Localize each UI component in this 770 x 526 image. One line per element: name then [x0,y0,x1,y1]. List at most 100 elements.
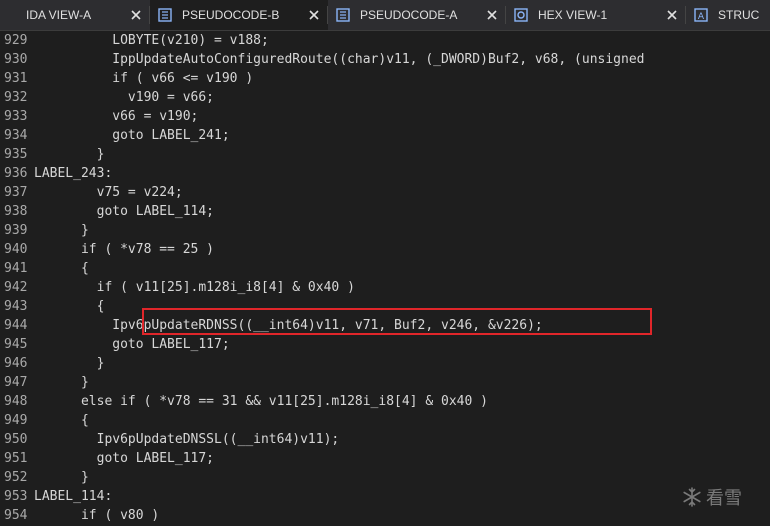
pseudocode-view[interactable]: 929 LOBYTE(v210) = v188; 930 IppUpdateAut… [0,31,770,526]
line-number: 941 [4,261,28,276]
close-icon[interactable] [486,9,498,21]
hex-view-icon [514,8,528,22]
code-text[interactable]: if ( v11[25].m128i_i8[4] & 0x40 ) [34,280,355,295]
line-number: 950 [4,432,28,447]
code-text[interactable]: } [34,375,89,390]
line-number: 944 [4,318,28,333]
line-number: 948 [4,394,28,409]
tab-label: PSEUDOCODE-B [182,8,280,22]
watermark-text: 看雪 [706,488,742,509]
code-line: 950 Ipv6pUpdateDNSSL((__int64)v11); [0,430,770,449]
line-number: 954 [4,508,28,523]
line-number: 936 [4,166,28,181]
code-line: 933 v66 = v190; [0,107,770,126]
code-line: 953 LABEL_114: [0,487,770,506]
code-text[interactable]: } [34,356,105,371]
line-number: 940 [4,242,28,257]
code-text[interactable]: LABEL_114: [34,489,112,504]
line-number: 932 [4,90,28,105]
pseudocode-icon [158,8,172,22]
svg-text:A: A [698,12,705,22]
code-line: 949 { [0,411,770,430]
tab-label: PSEUDOCODE-A [360,8,458,22]
line-number: 938 [4,204,28,219]
code-text[interactable]: if ( *v78 == 25 ) [34,242,214,257]
line-number: 929 [4,33,28,48]
line-number: 951 [4,451,28,466]
code-text[interactable]: else if ( *v78 == 31 && v11[25].m128i_i8… [34,394,488,409]
line-number: 935 [4,147,28,162]
tab-bar: IDA VIEW-A PSEUDOCODE-B PSEUDOCODE-A HEX VI… [0,0,770,31]
code-text[interactable]: LOBYTE(v210) = v188; [34,33,269,48]
code-text[interactable]: goto LABEL_117; [34,451,214,466]
line-number: 947 [4,375,28,390]
code-line: 947 } [0,373,770,392]
line-number: 953 [4,489,28,504]
line-number: 952 [4,470,28,485]
code-text[interactable]: v66 = v190; [34,109,198,124]
code-text[interactable]: IppUpdateAutoConfiguredRoute((char)v11, … [34,52,644,67]
line-number: 949 [4,413,28,428]
line-number: 933 [4,109,28,124]
code-text[interactable]: } [34,223,89,238]
close-icon[interactable] [308,9,320,21]
line-number: 945 [4,337,28,352]
code-text[interactable]: { [34,299,105,314]
tab-hex-view-1[interactable]: HEX VIEW-1 [506,0,686,30]
code-text[interactable]: v75 = v224; [34,185,183,200]
code-line: 948 else if ( *v78 == 31 && v11[25].m128… [0,392,770,411]
highlight-box [142,308,652,335]
code-line: 939 } [0,221,770,240]
close-icon[interactable] [130,9,142,21]
line-number: 934 [4,128,28,143]
line-number: 931 [4,71,28,86]
code-line: 941 { [0,259,770,278]
tab-pseudocode-b[interactable]: PSEUDOCODE-B [150,0,328,30]
close-icon[interactable] [666,9,678,21]
pseudocode-icon [336,8,350,22]
code-text[interactable]: goto LABEL_117; [34,337,229,352]
code-text[interactable]: if ( v66 <= v190 ) [34,71,253,86]
code-line: 935 } [0,145,770,164]
snowflake-icon [683,487,701,507]
line-number: 930 [4,52,28,67]
code-line: 930 IppUpdateAutoConfiguredRoute((char)v… [0,50,770,69]
code-line: 936 LABEL_243: [0,164,770,183]
code-line: 952 } [0,468,770,487]
code-text[interactable]: goto LABEL_114; [34,204,214,219]
code-text[interactable]: if ( v80 ) [34,508,159,523]
watermark: 看雪 [682,484,742,510]
code-text[interactable]: } [34,147,105,162]
code-line: 940 if ( *v78 == 25 ) [0,240,770,259]
code-line: 938 goto LABEL_114; [0,202,770,221]
code-line: 951 goto LABEL_117; [0,449,770,468]
line-number: 946 [4,356,28,371]
code-text[interactable]: { [34,261,89,276]
structures-icon: A [694,8,708,22]
code-line: 932 v190 = v66; [0,88,770,107]
code-text[interactable]: { [34,413,89,428]
tab-label: IDA VIEW-A [26,8,92,22]
code-text[interactable]: } [34,470,89,485]
tab-struc[interactable]: A STRUC [686,0,770,30]
ida-view-icon [8,8,16,22]
code-line: 946 } [0,354,770,373]
tab-pseudocode-a[interactable]: PSEUDOCODE-A [328,0,506,30]
code-text[interactable]: LABEL_243: [34,166,112,181]
code-text[interactable]: v190 = v66; [34,90,214,105]
line-number: 939 [4,223,28,238]
line-number: 942 [4,280,28,295]
code-text[interactable]: Ipv6pUpdateDNSSL((__int64)v11); [34,432,340,447]
code-line: 931 if ( v66 <= v190 ) [0,69,770,88]
tab-label: HEX VIEW-1 [538,8,608,22]
tab-label: STRUC [718,8,760,22]
code-line: 937 v75 = v224; [0,183,770,202]
line-number: 937 [4,185,28,200]
code-line: 934 goto LABEL_241; [0,126,770,145]
code-line: 942 if ( v11[25].m128i_i8[4] & 0x40 ) [0,278,770,297]
code-line: 929 LOBYTE(v210) = v188; [0,31,770,50]
code-text[interactable]: goto LABEL_241; [34,128,229,143]
code-line: 945 goto LABEL_117; [0,335,770,354]
code-line: 954 if ( v80 ) [0,506,770,525]
tab-ida-view-a[interactable]: IDA VIEW-A [0,0,150,30]
